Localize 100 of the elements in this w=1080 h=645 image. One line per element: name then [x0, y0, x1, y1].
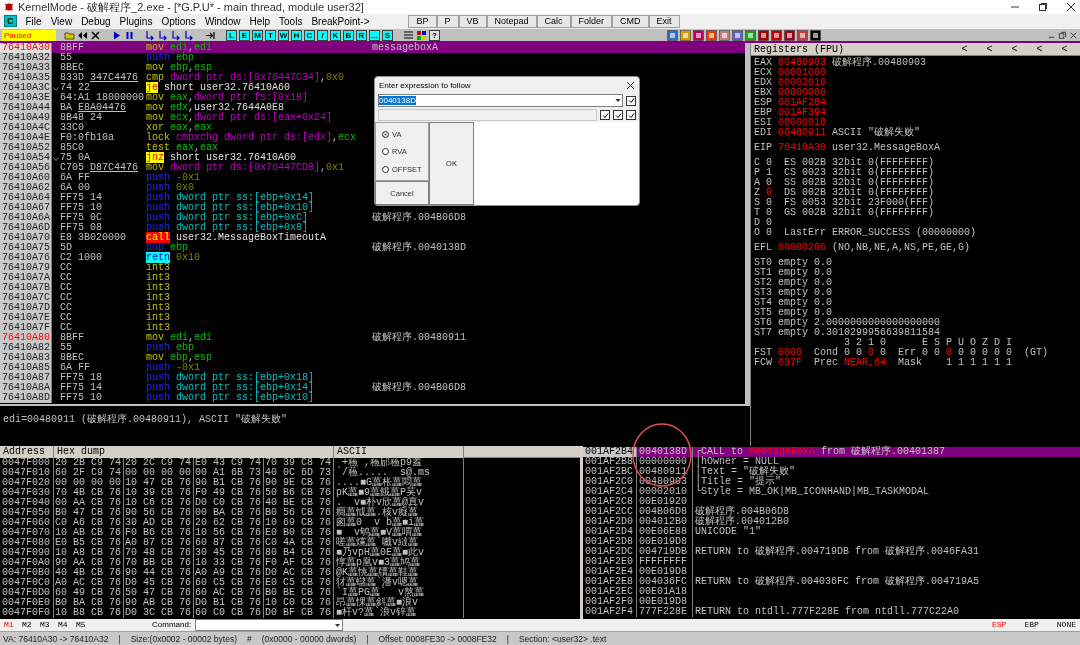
quick-button[interactable]: Calc [536, 14, 571, 28]
toolbar-tile-icon[interactable] [679, 29, 691, 41]
menu-item[interactable]: View [50, 15, 73, 27]
toolbar-tile-icon[interactable] [666, 29, 678, 41]
mark-tab[interactable]: M3 [40, 620, 54, 630]
column-header[interactable]: Hex dump [54, 446, 334, 459]
restore-icon[interactable] [1038, 2, 1048, 12]
quick-button[interactable]: VB [458, 14, 487, 28]
scroll-button[interactable]: < [977, 43, 1002, 55]
menu-item[interactable]: Options [161, 15, 196, 27]
close-icon[interactable] [1066, 2, 1076, 12]
toolbar-tile-icon[interactable] [731, 29, 743, 41]
hex-bytes-cell: A0 A9 CB 76 [194, 568, 264, 579]
menu-item[interactable]: Debug [81, 15, 111, 27]
scroll-button[interactable]: < [1002, 43, 1027, 55]
address-cell: 76410A7A [0, 273, 52, 284]
rewind-icon[interactable] [77, 29, 88, 41]
panel-toggle-button[interactable]: S [382, 29, 393, 41]
address-cell: 76410A6A [0, 213, 52, 224]
checkbox[interactable] [626, 95, 636, 106]
comment-cell-text: 破解程序.00480911 [371, 333, 467, 344]
toolbar-tile-icon[interactable] [809, 29, 821, 41]
menu-item[interactable]: Window [204, 15, 241, 27]
panel-toggle-button[interactable]: ... [369, 29, 380, 41]
hex-bytes-cell: D0 3C CB 76 [124, 608, 194, 619]
panel-toggle-button[interactable]: K [330, 29, 341, 41]
stack-mode-tab[interactable]: ESP [992, 620, 1007, 630]
mark-tab[interactable]: M1 [4, 620, 18, 630]
step-arrow-icon[interactable] [158, 29, 169, 41]
disassembly-row[interactable]: 76410A30 8BFF mov edi,edi messageboxA [0, 43, 745, 54]
panel-toggle-button[interactable]: L [226, 29, 237, 41]
address-cell: 001AF2B8 [583, 457, 637, 468]
toolbar-tile-icon[interactable] [770, 29, 782, 41]
close-icon[interactable] [90, 29, 101, 41]
toolbar-tile-icon[interactable] [796, 29, 808, 41]
scroll-button[interactable]: < [1052, 43, 1077, 55]
step-arrow-icon[interactable] [205, 29, 216, 41]
menu-item[interactable]: Help [249, 15, 271, 27]
panel-toggle-button[interactable]: T [265, 29, 276, 41]
mark-tab[interactable]: M2 [22, 620, 36, 630]
quick-button[interactable]: P [436, 14, 459, 28]
menu-item[interactable]: Tools [279, 15, 303, 27]
panel-toggle-button[interactable]: E [239, 29, 250, 41]
close-icon[interactable] [626, 80, 635, 90]
toolbar-tile-icon[interactable] [744, 29, 756, 41]
scroll-button[interactable]: < [952, 43, 977, 55]
step-arrow-icon[interactable] [171, 29, 182, 41]
column-header[interactable]: ASCII [334, 446, 464, 459]
toolbar-tile-icon[interactable] [705, 29, 717, 41]
panel-toggle-button[interactable]: C [304, 29, 315, 41]
toolbar-tile-icon[interactable] [692, 29, 704, 41]
mark-tab[interactable]: M5 [76, 620, 90, 630]
register-line: ST2 empty 0.0 [754, 278, 833, 289]
hex-cell-text: 64:A1 18000000 [59, 93, 144, 104]
toolbar-tile-icon[interactable] [718, 29, 730, 41]
panel-toggle-button[interactable]: R [356, 29, 367, 41]
input-field[interactable] [378, 109, 597, 122]
checkbox[interactable] [613, 110, 623, 121]
step-arrow-icon[interactable] [184, 29, 195, 41]
panel-toggle-button[interactable]: / [317, 29, 328, 41]
hex-bytes-cell: 60 C5 CB 76 [194, 578, 264, 589]
toolbar-tile-icon[interactable] [783, 29, 795, 41]
help-button[interactable]: ? [429, 29, 440, 41]
panel-toggle-button[interactable]: B [343, 29, 354, 41]
register-line: ST3 empty 0.0 [754, 288, 833, 299]
hex-cell-text: 833D 347C4476 [59, 73, 140, 84]
stack-mode-tab[interactable]: NONE [1056, 620, 1076, 630]
scroll-button[interactable]: < [1027, 43, 1052, 55]
status-text: (0x0000 - 00000 dwords) [261, 633, 357, 644]
expression-combobox[interactable]: 0040138D [378, 94, 623, 108]
address-cell: 76410A83 [0, 353, 52, 364]
pause-icon[interactable] [124, 29, 135, 41]
address-cell: 001AF2F4 [583, 607, 637, 618]
panel-toggle-button[interactable]: H [291, 29, 302, 41]
quick-button[interactable]: CMD [612, 14, 649, 28]
hex-cell-text: FF75 14 [59, 383, 103, 394]
quick-button[interactable]: BP [408, 14, 437, 28]
checkbox[interactable] [600, 110, 610, 121]
app-logo[interactable]: C [4, 15, 17, 28]
toolbar-tile-icon[interactable] [757, 29, 769, 41]
checkbox[interactable] [626, 110, 636, 121]
panel-toggle-button[interactable]: W [278, 29, 289, 41]
quick-button[interactable]: Exit [648, 14, 680, 28]
register-line: ST4 empty 0.0 [754, 298, 833, 309]
column-header[interactable]: Address [0, 446, 54, 459]
folder-icon[interactable] [64, 29, 75, 41]
step-arrow-icon[interactable] [145, 29, 156, 41]
close-icon[interactable] [1069, 30, 1078, 40]
list-icon[interactable] [403, 29, 414, 41]
mark-tab[interactable]: M4 [58, 620, 72, 630]
menu-item[interactable]: BreakPoint-> [311, 15, 370, 27]
address-cell: 001AF2B4 [583, 447, 637, 458]
stack-mode-tab[interactable]: EBP [1024, 620, 1039, 630]
menu-item[interactable]: File [25, 15, 42, 27]
quick-button[interactable]: Notepad [486, 14, 537, 28]
menu-item[interactable]: Plugins [119, 15, 153, 27]
panel-toggle-button[interactable]: M [252, 29, 263, 41]
grid-icon[interactable] [416, 29, 427, 41]
play-icon[interactable] [111, 29, 122, 41]
quick-button[interactable]: Folder [570, 14, 613, 28]
